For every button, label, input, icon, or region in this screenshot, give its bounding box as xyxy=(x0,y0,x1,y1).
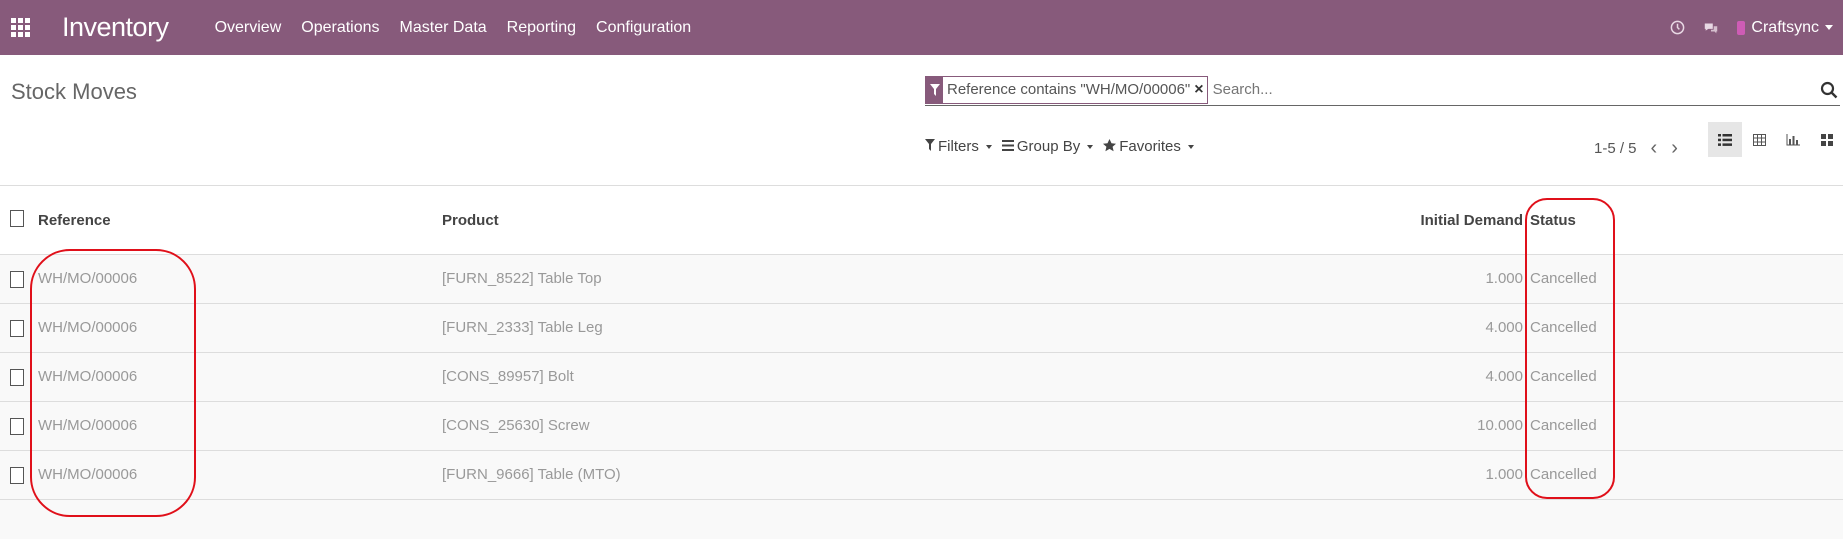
menu-overview[interactable]: Overview xyxy=(215,19,282,37)
select-all-checkbox[interactable] xyxy=(10,210,24,227)
app-brand[interactable]: Inventory xyxy=(62,12,169,43)
row-checkbox[interactable] xyxy=(10,320,24,337)
chevron-down-icon xyxy=(1087,144,1094,149)
menu-operations[interactable]: Operations xyxy=(301,19,379,37)
apps-grid-icon xyxy=(10,18,30,37)
chevron-down-icon xyxy=(1187,144,1194,149)
column-product[interactable]: Product xyxy=(442,212,499,229)
remove-facet-icon[interactable]: × xyxy=(1194,81,1206,99)
menu-configuration[interactable]: Configuration xyxy=(596,19,691,37)
favorites-label: Favorites xyxy=(1119,138,1181,155)
pager-value[interactable]: 1-5 / 5 xyxy=(1594,140,1637,157)
filters-label: Filters xyxy=(938,138,979,155)
user-name: Craftsync xyxy=(1751,18,1819,36)
cell-product: [FURN_8522] Table Top xyxy=(442,270,602,287)
facet-label: Reference contains "WH/MO/00006" xyxy=(947,81,1191,98)
pivot-view-icon[interactable] xyxy=(1742,122,1776,157)
highlight-reference-column xyxy=(30,249,196,517)
filter-icon xyxy=(925,139,935,154)
search-input[interactable] xyxy=(1212,81,1813,98)
pager: 1-5 / 5 ‹ › xyxy=(1594,138,1678,158)
filter-icon xyxy=(926,75,943,104)
cell-product: [FURN_2333] Table Leg xyxy=(442,319,603,336)
kanban-view-icon[interactable] xyxy=(1810,122,1843,157)
previous-page-icon[interactable]: ‹ xyxy=(1651,138,1658,158)
cell-product: [CONS_25630] Screw xyxy=(442,417,590,434)
search-facet: Reference contains "WH/MO/00006" × xyxy=(925,75,1208,104)
chevron-down-icon xyxy=(1825,25,1833,30)
menu-master-data[interactable]: Master Data xyxy=(400,19,487,37)
star-icon xyxy=(1103,138,1117,155)
clock-icon[interactable] xyxy=(1669,20,1685,36)
cell-initial-demand: 4.000 xyxy=(1485,368,1523,385)
group-by-label: Group By xyxy=(1016,138,1081,155)
page-title: Stock Moves xyxy=(11,79,137,104)
graph-view-icon[interactable] xyxy=(1776,122,1810,157)
search-icon[interactable] xyxy=(1820,81,1838,99)
menu-reporting[interactable]: Reporting xyxy=(507,19,576,37)
column-reference[interactable]: Reference xyxy=(38,212,111,229)
cell-product: [CONS_89957] Bolt xyxy=(442,368,574,385)
group-by-button[interactable]: Group By xyxy=(1001,138,1094,155)
row-checkbox[interactable] xyxy=(10,418,24,435)
search-options: Filters Group By Favorites xyxy=(925,138,1204,155)
view-switcher xyxy=(1708,122,1843,157)
cell-initial-demand: 1.000 xyxy=(1485,466,1523,483)
favorites-button[interactable]: Favorites xyxy=(1103,138,1194,155)
row-checkbox[interactable] xyxy=(10,467,24,484)
highlight-status-column xyxy=(1525,198,1615,499)
cell-initial-demand: 10.000 xyxy=(1477,417,1523,434)
control-panel: Stock Moves Reference contains "WH/MO/00… xyxy=(0,55,1843,186)
next-page-icon[interactable]: › xyxy=(1671,138,1678,158)
user-menu[interactable]: Craftsync xyxy=(1737,19,1833,37)
row-checkbox[interactable] xyxy=(10,271,24,288)
list-icon xyxy=(1001,139,1014,154)
list-view-icon[interactable] xyxy=(1708,122,1742,157)
chevron-down-icon xyxy=(985,144,992,149)
chat-icon[interactable] xyxy=(1703,20,1719,36)
user-avatar xyxy=(1737,20,1746,35)
cell-initial-demand: 1.000 xyxy=(1485,270,1523,287)
apps-menu-button[interactable] xyxy=(0,0,40,55)
top-navbar: Inventory Overview Operations Master Dat… xyxy=(0,0,1843,55)
row-checkbox[interactable] xyxy=(10,369,24,386)
cell-product: [FURN_9666] Table (MTO) xyxy=(442,466,621,483)
filters-button[interactable]: Filters xyxy=(925,138,992,155)
column-initial-demand[interactable]: Initial Demand xyxy=(1420,212,1523,229)
search-bar: Reference contains "WH/MO/00006" × xyxy=(925,74,1840,106)
cell-initial-demand: 4.000 xyxy=(1485,319,1523,336)
